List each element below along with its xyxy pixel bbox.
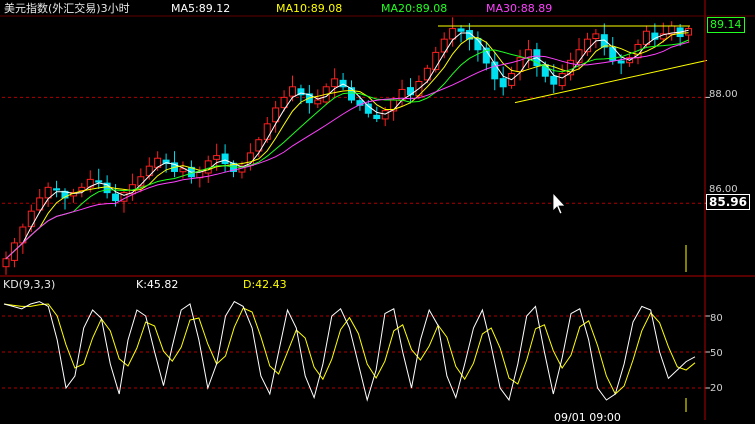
- ma30-line: [5, 41, 689, 260]
- candle-body-45: [381, 110, 389, 120]
- candle-body-73: [617, 60, 625, 64]
- candle-body-41: [348, 87, 355, 101]
- moving-average-lines: [5, 25, 708, 260]
- candle-body-44: [373, 114, 381, 120]
- kd-label-20: 20: [710, 383, 723, 394]
- candle-body-34: [289, 86, 297, 97]
- kd-lines: [3, 300, 696, 412]
- candle-body-81: [685, 28, 693, 36]
- time-axis-label: 09/01 09:00: [554, 411, 621, 424]
- candle-body-70: [592, 33, 600, 39]
- chart-title: 美元指数(外汇交易)3小时: [4, 2, 130, 15]
- candle-body-65: [550, 75, 558, 85]
- candle-body-1: [10, 242, 18, 261]
- ma30-label: MA30:88.89: [486, 2, 553, 15]
- candle-body-66: [558, 73, 566, 87]
- candle-body-13: [112, 193, 120, 202]
- kd-label-50: 50: [710, 348, 723, 359]
- kd-indicator-name: KD(9,3,3): [3, 278, 56, 291]
- candle-body-37: [314, 99, 322, 105]
- price-high-box: 89.14: [707, 17, 745, 33]
- candle-body-3: [27, 210, 35, 228]
- price-label-88: 88.00: [709, 89, 738, 100]
- candle-body-71: [600, 34, 608, 48]
- chart-frame: [0, 0, 755, 420]
- candle-body-39: [331, 78, 339, 88]
- candle-body-59: [499, 78, 507, 88]
- candle-body-53: [449, 28, 457, 40]
- chart-canvas: [0, 0, 755, 420]
- candlestick-series: [2, 17, 693, 275]
- ma20-label: MA20:89.08: [381, 2, 448, 15]
- ma10-line: [5, 32, 689, 260]
- ma10-label: MA10:89.08: [276, 2, 343, 15]
- candle-body-11: [95, 180, 103, 183]
- candle-body-26: [221, 153, 229, 165]
- candle-body-6: [53, 188, 61, 191]
- candle-body-31: [263, 123, 271, 140]
- candle-body-25: [213, 155, 221, 160]
- candle-body-0: [2, 258, 10, 268]
- grid-lines: [2, 96, 710, 389]
- ma5-label: MA5:89.12: [171, 2, 231, 15]
- current-price-box: 85.96: [706, 194, 750, 210]
- kd-label-80: 80: [710, 313, 723, 324]
- kd-d-value: D:42.43: [243, 278, 287, 291]
- candle-body-5: [44, 186, 52, 199]
- ma20-line: [5, 39, 689, 260]
- candle-body-24: [204, 160, 212, 174]
- cursor-arrow-icon: [552, 191, 566, 215]
- mouse-cursor: [552, 191, 566, 215]
- kd-k-value: K:45.82: [136, 278, 179, 291]
- candle-body-54: [457, 28, 465, 32]
